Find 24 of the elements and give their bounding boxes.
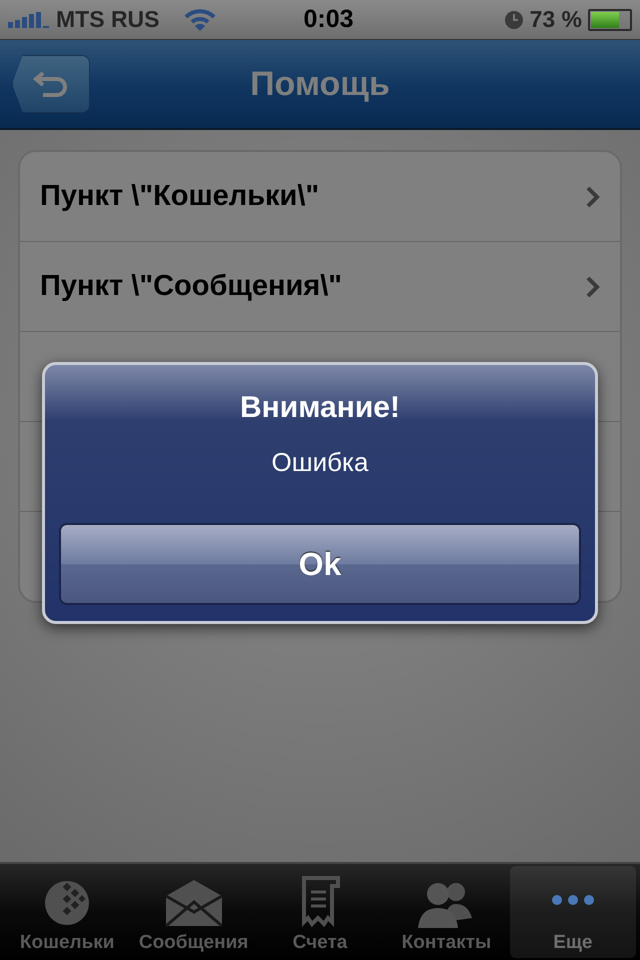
back-button[interactable] <box>12 55 90 113</box>
more-icon <box>550 894 595 906</box>
clock-time: 0:03 <box>304 5 354 34</box>
clock-icon <box>504 10 524 30</box>
chevron-icon <box>586 186 600 208</box>
alert-message: Ошибка <box>272 447 368 478</box>
chevron-icon <box>586 276 600 298</box>
carrier-name: MTS RUS <box>56 6 160 33</box>
tab[interactable]: Кошельки <box>4 866 130 958</box>
ok-button[interactable]: Ok <box>59 523 581 605</box>
return-arrow-icon <box>33 69 69 99</box>
envelope-icon <box>164 878 224 928</box>
tab[interactable]: Еще <box>510 866 636 958</box>
tab[interactable]: Сообщения <box>130 866 257 958</box>
tab[interactable]: Счета <box>256 866 384 958</box>
signal-icon <box>8 12 50 28</box>
menu-item[interactable]: Пункт \"Сообщения\" <box>20 241 620 331</box>
wifi-icon <box>184 8 216 30</box>
tab[interactable]: Контакты <box>383 866 510 958</box>
battery-icon <box>588 8 632 30</box>
screen-title: Помощь <box>249 64 391 104</box>
menu-item[interactable]: Пункт \"Кошельки\" <box>20 152 620 241</box>
alert-title: Внимание! <box>240 391 400 425</box>
battery-percent: 73 % <box>530 6 582 33</box>
